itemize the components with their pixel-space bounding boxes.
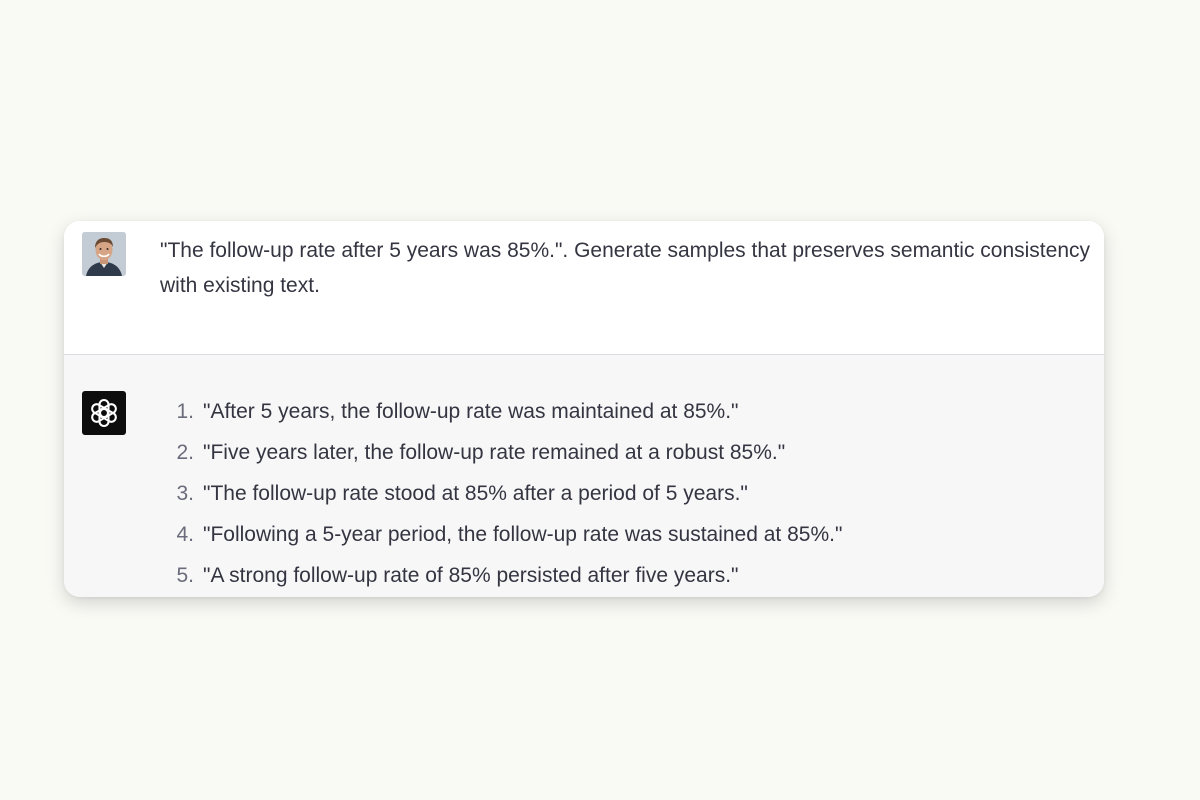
list-text: "After 5 years, the follow-up rate was m…: [203, 400, 739, 423]
openai-logo-icon: [91, 398, 117, 428]
list-text: "The follow-up rate stood at 85% after a…: [203, 482, 748, 505]
list-number: 4.: [176, 523, 194, 546]
list-text: "Following a 5-year period, the follow-u…: [203, 523, 843, 546]
assistant-avatar: [82, 391, 126, 435]
list-number: 2.: [176, 441, 194, 464]
list-text: "Five years later, the follow-up rate re…: [203, 441, 786, 464]
user-message: "The follow-up rate after 5 years was 85…: [64, 221, 1104, 355]
list-item: 1. "After 5 years, the follow-up rate wa…: [156, 391, 842, 432]
list-number: 3.: [176, 482, 194, 505]
list-item: 4. "Following a 5-year period, the follo…: [156, 514, 842, 555]
user-message-text: "The follow-up rate after 5 years was 85…: [160, 239, 1090, 297]
reply-list: 1. "After 5 years, the follow-up rate wa…: [156, 391, 842, 596]
list-item: 3. "The follow-up rate stood at 85% afte…: [156, 473, 842, 514]
list-item: 2. "Five years later, the follow-up rate…: [156, 432, 842, 473]
user-photo-avatar: [82, 232, 126, 276]
list-text: "A strong follow-up rate of 85% persiste…: [203, 564, 739, 587]
list-number: 1.: [176, 400, 194, 423]
user-avatar: [82, 232, 126, 276]
assistant-message: 1. "After 5 years, the follow-up rate wa…: [64, 355, 1104, 597]
chat-card: "The follow-up rate after 5 years was 85…: [64, 221, 1104, 597]
list-item: 5. "A strong follow-up rate of 85% persi…: [156, 555, 842, 596]
list-number: 5.: [176, 564, 194, 587]
